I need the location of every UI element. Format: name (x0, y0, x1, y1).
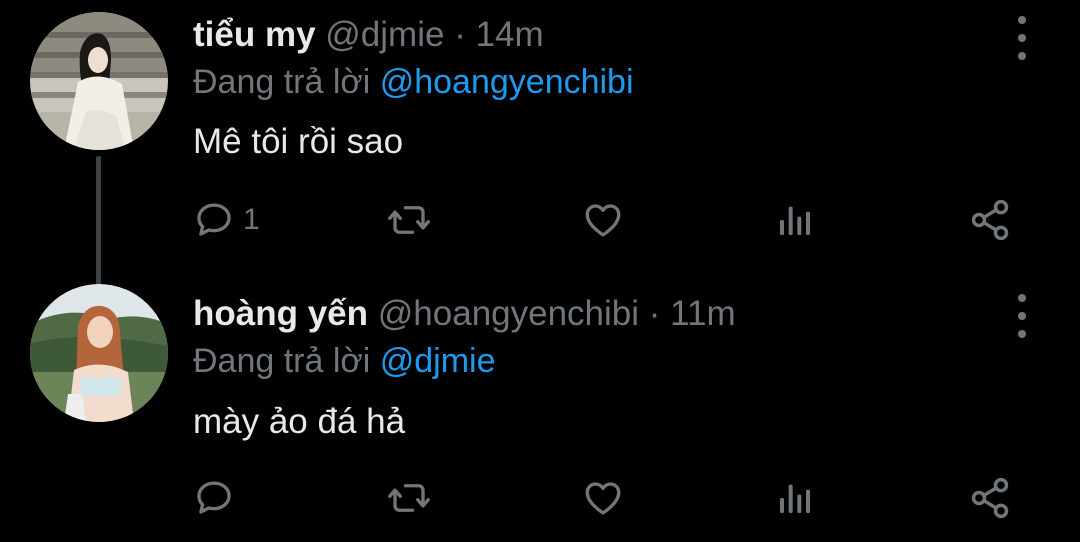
share-icon (971, 199, 1009, 241)
reply-bubble-icon (197, 481, 231, 514)
user-handle[interactable]: @hoangyenchibi (378, 294, 639, 333)
heart-icon (585, 482, 621, 515)
share-button[interactable] (968, 475, 1012, 521)
like-button[interactable] (581, 197, 625, 243)
avatar[interactable] (30, 12, 168, 150)
analytics-icon (780, 206, 810, 235)
replying-prefix: Đang trả lời (193, 342, 371, 380)
replying-mention-link[interactable]: @hoangyenchibi (380, 63, 634, 101)
reply-button[interactable]: 1 (193, 197, 260, 243)
tweet-actions (0, 475, 1080, 521)
replying-to: Đang trả lời @djmie (193, 341, 495, 381)
analytics-icon (780, 484, 810, 513)
timestamp[interactable]: 11m (670, 294, 736, 333)
reply-count: 1 (243, 203, 260, 236)
replying-to: Đang trả lời @hoangyenchibi (193, 62, 634, 102)
retweet-button[interactable] (385, 197, 433, 243)
retweet-button[interactable] (385, 475, 433, 521)
share-icon (971, 477, 1009, 519)
more-options-icon[interactable] (1010, 294, 1034, 338)
retweet-icon (388, 484, 430, 512)
heart-icon (585, 204, 621, 237)
separator-dot: · (648, 294, 661, 333)
analytics-button[interactable] (775, 475, 815, 521)
tweet-header: hoàng yến @hoangyenchibi · 11m (193, 294, 736, 334)
replying-prefix: Đang trả lời (193, 63, 371, 101)
reply-button[interactable] (193, 475, 243, 521)
tweet-text: mày ảo đá hả (193, 402, 406, 441)
like-button[interactable] (581, 475, 625, 521)
tweet[interactable]: hoàng yến @hoangyenchibi · 11m Đang trả … (0, 270, 1080, 542)
display-name[interactable]: hoàng yến (193, 294, 368, 333)
retweet-icon (388, 206, 430, 234)
tweet-text: Mê tôi rồi sao (193, 122, 404, 161)
tweet-actions: 1 (0, 197, 1080, 243)
analytics-button[interactable] (775, 197, 815, 243)
timestamp[interactable]: 14m (476, 15, 544, 54)
tweet[interactable]: tiểu my @djmie · 14m Đang trả lời @hoang… (0, 0, 1080, 270)
tweet-header: tiểu my @djmie · 14m (193, 15, 544, 55)
avatar[interactable] (30, 284, 168, 422)
separator-dot: · (454, 15, 466, 54)
display-name[interactable]: tiểu my (193, 15, 316, 54)
user-handle[interactable]: @djmie (325, 15, 444, 54)
replying-mention-link[interactable]: @djmie (380, 342, 496, 380)
more-options-icon[interactable] (1010, 16, 1034, 60)
reply-bubble-icon (197, 203, 231, 236)
share-button[interactable] (968, 197, 1012, 243)
